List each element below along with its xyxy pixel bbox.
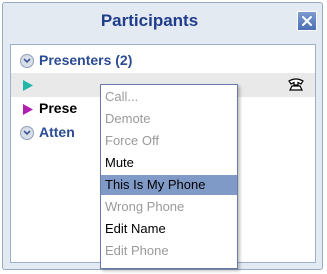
group-presenters[interactable]: Presenters (2)	[11, 49, 315, 73]
chevron-down-icon[interactable]	[20, 126, 34, 140]
menu-item-edit-name[interactable]: Edit Name	[101, 219, 237, 239]
menu-item-edit-phone[interactable]: Edit Phone	[101, 241, 237, 261]
close-button[interactable]	[297, 11, 317, 31]
play-icon	[23, 80, 33, 91]
participants-panel: Participants Presenters (2) Prese Atten …	[2, 2, 323, 270]
menu-item-mute[interactable]: Mute	[101, 153, 237, 173]
chevron-down-icon[interactable]	[20, 54, 34, 68]
group-attendees-label: Atten	[39, 124, 75, 140]
menu-item-this-is-my-phone[interactable]: This Is My Phone	[101, 175, 237, 195]
play-icon	[23, 104, 33, 115]
panel-title: Participants	[100, 11, 199, 30]
menu-item-call[interactable]: Call...	[101, 87, 237, 107]
close-icon	[302, 16, 312, 26]
participant-name: Prese	[39, 100, 78, 116]
menu-item-force-off[interactable]: Force Off	[101, 131, 237, 151]
menu-item-wrong-phone[interactable]: Wrong Phone	[101, 197, 237, 217]
group-presenters-label: Presenters (2)	[39, 52, 133, 68]
phone-icon	[288, 78, 304, 91]
menu-item-demote[interactable]: Demote	[101, 109, 237, 129]
title-bar: Participants	[3, 3, 322, 37]
context-menu: Call... Demote Force Off Mute This Is My…	[100, 84, 238, 269]
